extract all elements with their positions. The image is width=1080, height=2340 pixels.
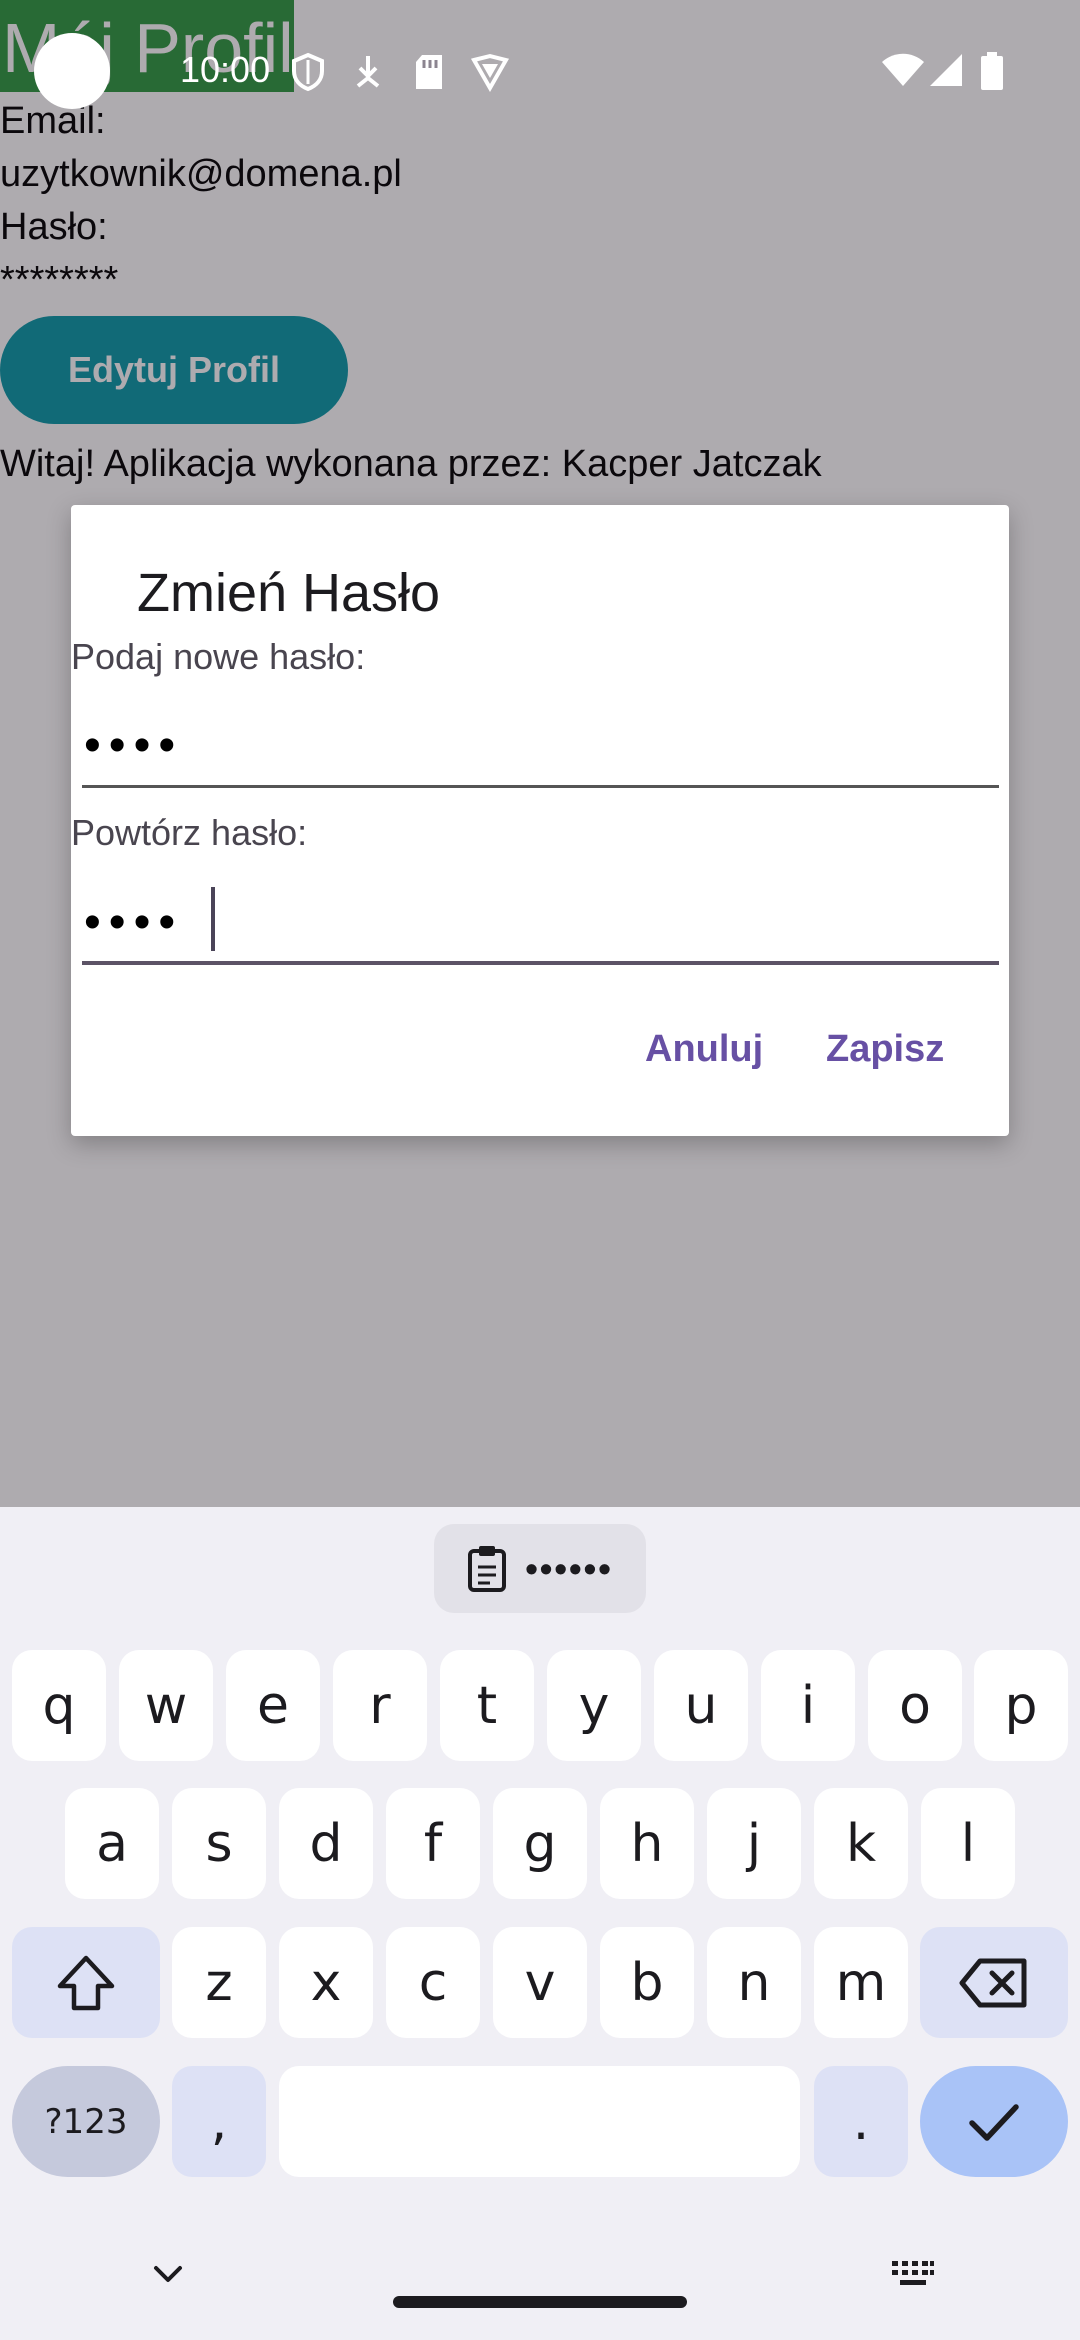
key-o[interactable]: o xyxy=(868,1650,962,1761)
status-clock: 10:00 xyxy=(180,49,271,90)
space-key[interactable] xyxy=(279,2066,800,2177)
key-p[interactable]: p xyxy=(974,1650,1068,1761)
comma-key[interactable]: , xyxy=(172,2066,266,2177)
key-i[interactable]: i xyxy=(761,1650,855,1761)
dialog-title: Zmień Hasło xyxy=(137,563,441,623)
sd-card-icon xyxy=(416,55,442,89)
clipboard-suggestion-chip[interactable]: •••••• xyxy=(434,1524,646,1613)
download-icon xyxy=(356,56,380,88)
keyboard-switcher-icon[interactable] xyxy=(890,2259,936,2291)
shift-key[interactable] xyxy=(12,1927,160,2038)
text-cursor xyxy=(211,887,215,951)
symbols-key[interactable]: ?123 xyxy=(12,2066,160,2177)
new-password-value: •••• xyxy=(84,719,184,772)
vpn-shield-icon xyxy=(470,53,510,92)
key-v[interactable]: v xyxy=(493,1927,587,2038)
key-g[interactable]: g xyxy=(493,1788,587,1899)
key-h[interactable]: h xyxy=(600,1788,694,1899)
save-button[interactable]: Zapisz xyxy=(826,1025,944,1073)
key-w[interactable]: w xyxy=(119,1650,213,1761)
signal-icon xyxy=(930,54,962,86)
key-s[interactable]: s xyxy=(172,1788,266,1899)
wifi-icon xyxy=(882,53,924,86)
key-r[interactable]: r xyxy=(333,1650,427,1761)
key-j[interactable]: j xyxy=(707,1788,801,1899)
battery-icon xyxy=(981,52,1003,90)
repeat-password-field[interactable]: •••• xyxy=(82,885,999,965)
key-q[interactable]: q xyxy=(12,1650,106,1761)
repeat-password-value: •••• xyxy=(84,896,184,949)
gesture-nav-handle[interactable] xyxy=(393,2296,687,2308)
cancel-button[interactable]: Anuluj xyxy=(645,1025,763,1073)
checkmark-icon xyxy=(969,2103,1019,2141)
key-l[interactable]: l xyxy=(921,1788,1015,1899)
change-password-dialog: Zmień Hasło Podaj nowe hasło: •••• Powtó… xyxy=(71,505,1009,1136)
key-b[interactable]: b xyxy=(600,1927,694,2038)
key-c[interactable]: c xyxy=(386,1927,480,2038)
clipboard-icon xyxy=(468,1545,507,1592)
status-bar: 10:00 xyxy=(0,0,1080,140)
key-z[interactable]: z xyxy=(172,1927,266,2038)
backspace-icon xyxy=(959,1958,1027,2007)
new-password-field[interactable]: •••• xyxy=(82,708,999,788)
repeat-password-underline xyxy=(82,961,999,965)
backspace-key[interactable] xyxy=(920,1927,1068,2038)
key-e[interactable]: e xyxy=(226,1650,320,1761)
hide-keyboard-chevron-icon[interactable] xyxy=(150,2262,186,2286)
shift-arrow-icon xyxy=(57,1955,115,2010)
key-m[interactable]: m xyxy=(814,1927,908,2038)
shield-icon xyxy=(292,52,324,92)
new-password-underline xyxy=(82,785,999,788)
new-password-label: Podaj nowe hasło: xyxy=(71,636,366,677)
camera-cutout xyxy=(34,33,110,109)
key-x[interactable]: x xyxy=(279,1927,373,2038)
key-k[interactable]: k xyxy=(814,1788,908,1899)
repeat-password-label: Powtórz hasło: xyxy=(71,812,308,853)
key-a[interactable]: a xyxy=(65,1788,159,1899)
key-d[interactable]: d xyxy=(279,1788,373,1899)
key-n[interactable]: n xyxy=(707,1927,801,2038)
period-key[interactable]: . xyxy=(814,2066,908,2177)
key-y[interactable]: y xyxy=(547,1650,641,1761)
key-f[interactable]: f xyxy=(386,1788,480,1899)
soft-keyboard: •••••• q w e r t y u i o p a s d f g h j… xyxy=(0,1507,1080,2340)
clipboard-chip-text: •••••• xyxy=(525,1547,613,1589)
key-t[interactable]: t xyxy=(440,1650,534,1761)
key-u[interactable]: u xyxy=(654,1650,748,1761)
enter-key[interactable] xyxy=(920,2066,1068,2177)
